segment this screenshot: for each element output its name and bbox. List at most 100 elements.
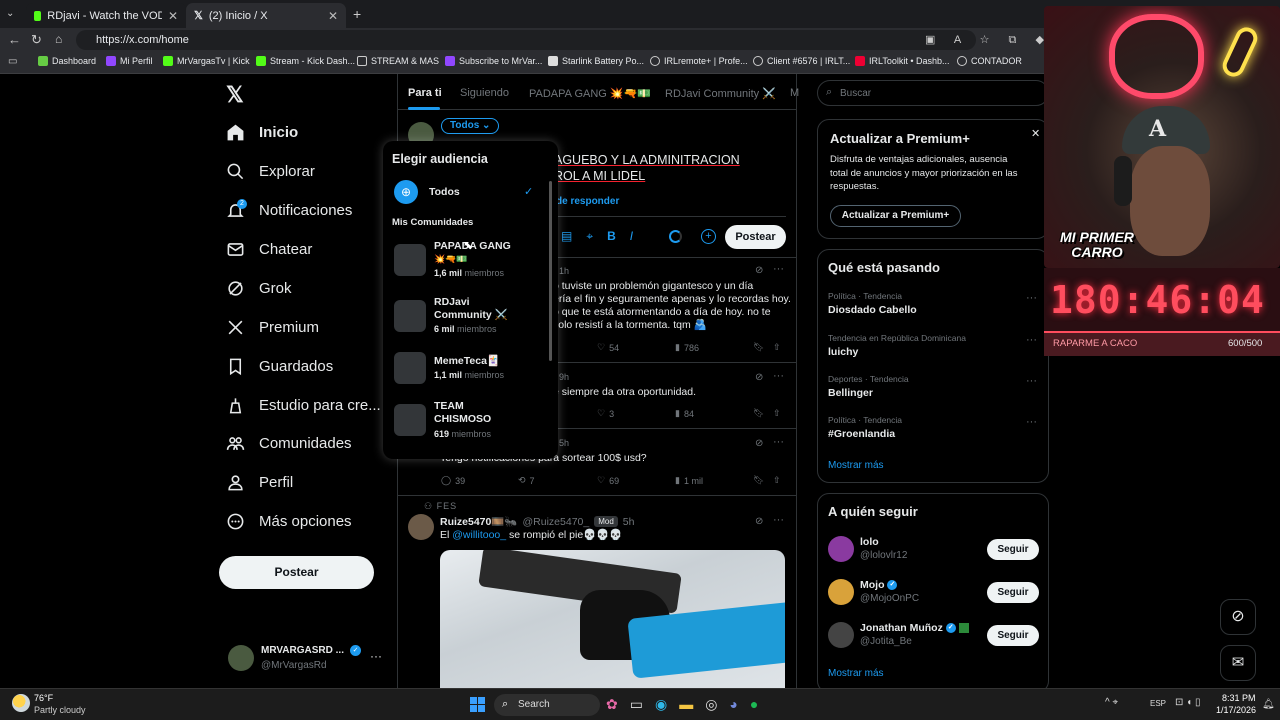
follow-button[interactable]: Seguir	[987, 582, 1039, 603]
account-switcher[interactable]: MRVARGASRD ... ✓ @MrVargasRd ···	[226, 643, 386, 675]
grok-post-icon[interactable]: ⊘	[755, 516, 763, 527]
like-action[interactable]: ♡ 69	[597, 475, 619, 486]
trend-more-icon[interactable]: ···	[1026, 334, 1037, 346]
reload-icon[interactable]: ↻	[31, 32, 42, 48]
sidebar-item-premium[interactable]: Premium	[226, 318, 319, 337]
tab-more[interactable]: M	[790, 87, 799, 99]
bookmark-item[interactable]: STREAM & MAS	[357, 56, 439, 66]
views-action[interactable]: ▮ 1 mil	[675, 475, 703, 486]
spotify-icon[interactable]: ●	[750, 696, 758, 713]
grok-post-icon[interactable]: ⊘	[755, 438, 763, 449]
post-author[interactable]: Ruize5470🎞️🐜 @Ruize5470_ Mod 5h	[440, 515, 634, 529]
share-action[interactable]: ⇧	[773, 408, 781, 419]
composer-text[interactable]: AGUEBO Y LA ADMINITRACION ROL A MI LIDEL	[554, 152, 740, 184]
like-action[interactable]: ♡ 3	[597, 408, 614, 419]
sidebar-item-comunidades[interactable]: Comunidades	[226, 434, 352, 453]
x-logo-icon[interactable]: 𝕏	[226, 82, 244, 108]
like-action[interactable]: ♡ 54	[597, 342, 619, 353]
search-box[interactable]: ⌕ Buscar	[817, 80, 1049, 106]
avatar[interactable]	[408, 514, 434, 540]
taskbar-search[interactable]: ⌕ Search	[494, 694, 600, 716]
bookmark-menu-icon[interactable]: ▭	[8, 56, 17, 67]
audience-option-todos[interactable]: ⊕ Todos ✓	[383, 177, 549, 205]
trend-more-icon[interactable]: ···	[1026, 292, 1037, 304]
poll-icon[interactable]: ▤	[561, 229, 572, 244]
premium-upgrade-button[interactable]: Actualizar a Premium+	[830, 205, 961, 227]
file-explorer-icon[interactable]: ▬	[679, 696, 693, 713]
task-view-icon[interactable]: ▭	[630, 696, 643, 713]
italic-icon[interactable]: I	[630, 229, 633, 244]
back-icon[interactable]: ←	[8, 32, 21, 47]
reply-action[interactable]: ◯ 39	[441, 475, 465, 486]
grok-post-icon[interactable]: ⊘	[755, 372, 763, 383]
bookmark-item[interactable]: Stream - Kick Dash...	[256, 56, 355, 66]
tab-papada-gang[interactable]: PADAPA GANG 💥🔫💵	[529, 87, 651, 100]
who-show-more[interactable]: Mostrar más	[828, 668, 884, 679]
close-icon[interactable]: ✕	[1031, 127, 1040, 140]
tab-para-ti[interactable]: Para ti	[408, 87, 442, 99]
tab-x[interactable]: 𝕏 (2) Inicio / X ✕	[186, 3, 346, 28]
discord-icon[interactable]: ◕	[729, 696, 737, 713]
bookmark-item[interactable]: Mi Perfil	[106, 56, 153, 66]
tab-list-button[interactable]: ⌄	[6, 8, 14, 19]
follow-button[interactable]: Seguir	[987, 625, 1039, 646]
follow-button[interactable]: Seguir	[987, 539, 1039, 560]
sidebar-item-chatear[interactable]: Chatear	[226, 240, 312, 259]
sidebar-item-inicio[interactable]: Inicio	[226, 123, 298, 142]
sidebar-item-estudio[interactable]: Estudio para cre...	[226, 396, 381, 415]
bookmark-item[interactable]: Starlink Battery Po...	[548, 56, 644, 66]
post-more-icon[interactable]: ···	[773, 514, 784, 526]
close-tab-icon[interactable]: ✕	[328, 9, 338, 23]
sidebar-post-button[interactable]: Postear	[219, 556, 374, 589]
trend-more-icon[interactable]: ···	[1026, 416, 1037, 428]
taskbar-apps[interactable]: ✿ ▭ ◉ ▬ ◎ ◕ ●	[606, 696, 758, 713]
bookmark-item[interactable]: MrVargasTv | Kick	[163, 56, 250, 66]
tray-icons[interactable]: ^ ⌖	[1105, 697, 1118, 708]
trends-show-more[interactable]: Mostrar más	[828, 460, 884, 471]
views-action[interactable]: ▮ 786	[675, 342, 699, 353]
start-icon[interactable]	[470, 697, 485, 712]
tab-rdjavi-community[interactable]: RDJavi Community ⚔️	[665, 87, 776, 100]
tulip-app-icon[interactable]: ✿	[606, 696, 618, 713]
post-more-icon[interactable]: ···	[773, 263, 784, 275]
bookmark-item[interactable]: Subscribe to MrVar...	[445, 56, 542, 66]
account-more-icon[interactable]: ···	[370, 649, 382, 663]
bookmark-action[interactable]: 🔖︎	[753, 475, 764, 486]
bookmark-item[interactable]: Dashboard	[38, 56, 96, 66]
bookmark-item[interactable]: CONTADOR	[957, 56, 1022, 66]
audience-button[interactable]: Todos ⌄	[441, 118, 500, 134]
sidebar-item-explorar[interactable]: Explorar	[226, 162, 315, 181]
share-action[interactable]: ⇧	[773, 475, 781, 486]
post-more-icon[interactable]: ···	[773, 370, 784, 382]
new-tab-icon[interactable]: +	[353, 6, 361, 22]
clock-time[interactable]: 8:31 PM	[1222, 693, 1256, 703]
sidebar-item-guardados[interactable]: Guardados	[226, 357, 333, 376]
address-bar[interactable]: https://x.com/home	[76, 30, 976, 50]
views-action[interactable]: ▮ 84	[675, 408, 694, 419]
add-thread-icon[interactable]: +	[701, 229, 716, 244]
notification-bell-icon[interactable]: 🔔︎	[1262, 699, 1275, 710]
grok-float-button[interactable]: ⊘	[1220, 599, 1256, 635]
home-icon[interactable]: ⌂	[55, 32, 62, 46]
grok-post-icon[interactable]: ⊘	[755, 265, 763, 276]
post-media-image[interactable]	[440, 550, 785, 688]
system-tray-icons[interactable]: ⊡ ◖ ▯	[1175, 697, 1200, 708]
edge-icon[interactable]: ◉	[655, 696, 667, 713]
obs-icon[interactable]: ◎	[705, 696, 717, 713]
repost-action[interactable]: ⟲ 7	[518, 475, 535, 486]
language-indicator[interactable]: ESP	[1150, 699, 1166, 708]
composer-post-button[interactable]: Postear	[725, 225, 786, 249]
bookmark-action[interactable]: 🔖︎	[753, 408, 764, 419]
post-more-icon[interactable]: ···	[773, 436, 784, 448]
tab-kick[interactable]: RDjavi - Watch the VOD on Kick ✕	[26, 3, 186, 28]
bold-icon[interactable]: B	[607, 229, 616, 244]
sidebar-item-perfil[interactable]: Perfil	[226, 473, 293, 492]
tab-siguiendo[interactable]: Siguiendo	[460, 87, 509, 99]
bookmark-item[interactable]: IRLToolkit • Dashb...	[855, 56, 950, 66]
messages-float-button[interactable]: ✉	[1220, 645, 1256, 681]
scrollbar[interactable]	[549, 181, 552, 361]
trend-more-icon[interactable]: ···	[1026, 375, 1037, 387]
bookmark-action[interactable]: 🔖︎	[753, 342, 764, 353]
sidebar-item-mas-opciones[interactable]: Más opciones	[226, 512, 352, 531]
reply-setting[interactable]: de responder	[556, 196, 619, 207]
